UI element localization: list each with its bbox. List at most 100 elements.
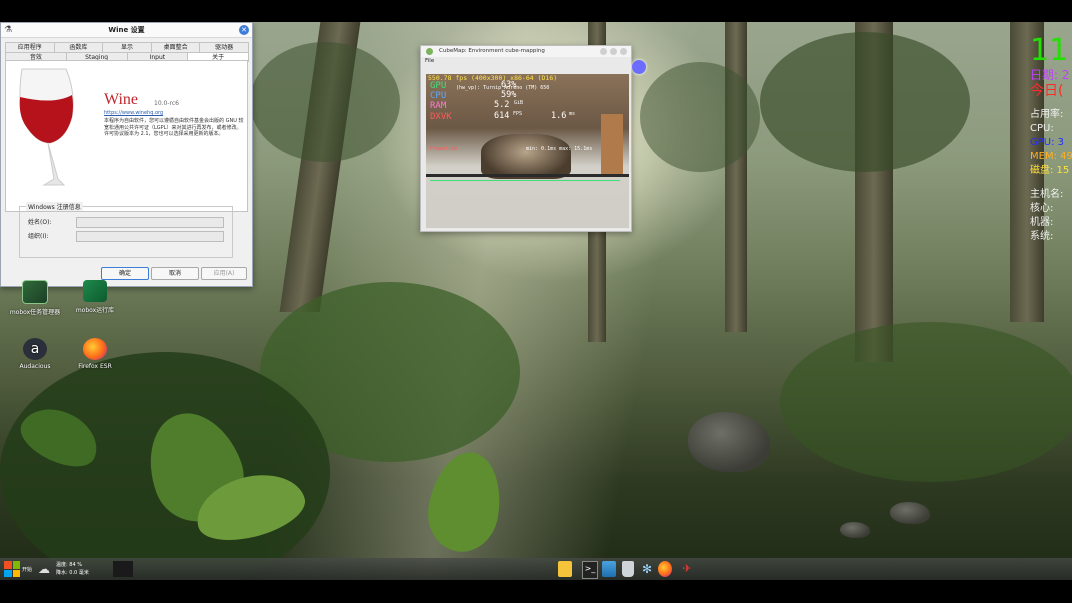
desktop-icon-label: mobox任务管理器 bbox=[9, 309, 61, 316]
menu-file[interactable]: File bbox=[421, 57, 631, 66]
hud-frametime-stats: min: 0.1ms max: 15.1ms bbox=[526, 146, 593, 152]
hud-gpu-label: GPU bbox=[430, 81, 447, 91]
weather-cloud-icon: ☁ bbox=[38, 562, 50, 576]
firefox-taskbar-icon[interactable] bbox=[658, 561, 672, 577]
cpu-line: CPU: bbox=[1030, 123, 1054, 134]
door-panel bbox=[601, 114, 623, 174]
hud-dxvk-fps: 614 bbox=[494, 111, 510, 121]
hud-ram-label: RAM bbox=[430, 101, 447, 111]
stone bbox=[840, 522, 870, 538]
image-viewer-icon[interactable] bbox=[602, 561, 616, 577]
weather-precipitation: 降水: 0.0 毫米 bbox=[56, 570, 89, 576]
terminal-icon[interactable]: >_ bbox=[582, 561, 598, 579]
tab-graphics[interactable]: 显示 bbox=[102, 42, 152, 52]
today-line: 今日( bbox=[1030, 83, 1064, 99]
audacious-icon: a bbox=[23, 338, 47, 360]
machine-line: 机器: bbox=[1030, 217, 1054, 228]
tab-libraries[interactable]: 函数库 bbox=[53, 42, 104, 52]
weather-humidity: 温度: 84 % bbox=[56, 562, 82, 568]
minimize-icon[interactable] bbox=[600, 48, 607, 55]
core-line: 核心: bbox=[1030, 203, 1054, 214]
floor-edge bbox=[426, 174, 629, 177]
organization-field[interactable] bbox=[76, 231, 224, 242]
start-label[interactable]: 开始 bbox=[22, 566, 32, 573]
cubemap-app-icon bbox=[426, 48, 433, 55]
tree-foliage bbox=[250, 42, 400, 162]
close-icon[interactable]: ✕ bbox=[239, 25, 249, 35]
window-titlebar[interactable]: ⚗ Wine 设置 ✕ bbox=[1, 23, 252, 38]
taskbar-window-button[interactable] bbox=[113, 561, 133, 577]
hud-ram-value: 5.2 bbox=[494, 100, 510, 110]
desktop-icon-label: Firefox ESR bbox=[78, 363, 112, 370]
wine-taskbar-icon[interactable]: ✈ bbox=[680, 561, 694, 577]
gpu-line: GPU: 3 bbox=[1030, 137, 1065, 148]
license-text: 本程序为自由软件，您可以遵循自由软件基金会出版的 GNU 较宽松通用公共许可证（… bbox=[104, 118, 244, 137]
system-info-overlay: 11 日期: 2 今日( 占用率: CPU: GPU: 3 MEM: 49 磁盘… bbox=[1030, 34, 1072, 244]
usage-label: 占用率: bbox=[1030, 109, 1064, 120]
desktop-icon-audacious[interactable]: a Audacious bbox=[7, 338, 63, 370]
disk-line: 磁盘: 15 bbox=[1030, 165, 1070, 176]
desktop-icon-mobox-task-manager[interactable]: mobox任务管理器 bbox=[7, 280, 63, 316]
product-version: 10.0-rc6 bbox=[154, 100, 179, 107]
cubemap-titlebar[interactable]: CubeMap: Environment cube-mapping bbox=[421, 46, 631, 57]
tab-applications[interactable]: 应用程序 bbox=[5, 42, 55, 52]
wine-app-icon: ⚗ bbox=[4, 25, 13, 35]
desktop-icon-label: Audacious bbox=[19, 363, 51, 370]
mem-line: MEM: 49 bbox=[1030, 151, 1072, 162]
registration-legend: Windows 注册信息 bbox=[26, 202, 83, 211]
tree-foliage bbox=[640, 62, 760, 172]
system-line: 系统: bbox=[1030, 231, 1054, 242]
hud-cpu-value: 59% bbox=[501, 90, 517, 100]
tab-row-1: 应用程序 函数库 显示 桌面整合 驱动器 bbox=[1, 42, 252, 52]
cubemap-title: CubeMap: Environment cube-mapping bbox=[439, 48, 545, 54]
large-leaf bbox=[421, 446, 509, 558]
date-line: 日期: 2 bbox=[1030, 68, 1070, 82]
floating-tray-icon[interactable] bbox=[632, 60, 646, 74]
render-viewport[interactable]: 550.78 fps (400x300) x86-64 (D16) (hw_vp… bbox=[426, 74, 629, 228]
fern-cluster bbox=[780, 322, 1072, 482]
tab-drives[interactable]: 驱动器 bbox=[199, 42, 249, 52]
wine-config-window: ⚗ Wine 设置 ✕ 应用程序 函数库 显示 桌面整合 驱动器 音效 Stag… bbox=[0, 22, 253, 287]
ok-button[interactable]: 确定 bbox=[101, 267, 149, 280]
hud-frametime-label: Frametime bbox=[430, 146, 458, 152]
mobox-task-manager-icon bbox=[22, 280, 48, 304]
cubemap-window: CubeMap: Environment cube-mapping File 5… bbox=[420, 45, 632, 232]
stone bbox=[890, 502, 930, 524]
owner-field[interactable] bbox=[76, 217, 224, 228]
mobox-runtime-icon bbox=[83, 280, 107, 302]
hud-ram-unit: GiB bbox=[514, 100, 524, 106]
settings-snowflake-icon[interactable]: ✻ bbox=[640, 561, 654, 577]
desktop-icon-mobox-runtime[interactable]: mobox运行库 bbox=[67, 280, 123, 314]
website-link[interactable]: https://www.winehq.org bbox=[104, 110, 163, 116]
taskbar: 开始 ☁ 温度: 84 % 降水: 0.0 毫米 >_ ✻ ✈ bbox=[0, 558, 1072, 580]
firefox-icon bbox=[83, 338, 107, 360]
hud-cpu-label: CPU bbox=[430, 91, 447, 101]
frametime-graph-line bbox=[430, 180, 620, 181]
boulder bbox=[688, 412, 770, 472]
hud-dxvk-label: DXVK bbox=[430, 112, 452, 122]
desktop-icon-label: mobox运行库 bbox=[75, 307, 115, 314]
clock-time: 11 bbox=[1030, 33, 1069, 68]
cancel-button[interactable]: 取消 bbox=[151, 267, 199, 280]
organization-label: 组织(I): bbox=[28, 233, 49, 240]
maximize-icon[interactable] bbox=[610, 48, 617, 55]
tree-foliage bbox=[760, 32, 970, 172]
trash-icon[interactable] bbox=[622, 561, 634, 577]
close-icon[interactable] bbox=[620, 48, 627, 55]
window-title: Wine 设置 bbox=[108, 26, 145, 34]
hud-dxvk-ms-unit: ms bbox=[569, 111, 576, 117]
tab-desktop-integration[interactable]: 桌面整合 bbox=[150, 42, 201, 52]
about-panel: Wine 10.0-rc6 https://www.winehq.org 本程序… bbox=[5, 60, 248, 212]
desktop-icon-firefox[interactable]: Firefox ESR bbox=[67, 338, 123, 370]
owner-label: 姓名(O): bbox=[28, 219, 52, 226]
wine-glass-logo bbox=[19, 68, 74, 186]
start-menu-icon[interactable] bbox=[4, 561, 20, 577]
file-manager-icon[interactable] bbox=[558, 561, 572, 577]
teapot-model bbox=[481, 134, 571, 179]
registration-group: Windows 注册信息 姓名(O): 组织(I): bbox=[19, 202, 233, 258]
product-name: Wine bbox=[104, 91, 139, 108]
hud-gpu-value: 63% bbox=[501, 80, 517, 90]
hud-dxvk-fps-unit: FPS bbox=[513, 111, 523, 117]
hud-dxvk-ms: 1.6 bbox=[551, 111, 567, 121]
apply-button[interactable]: 应用(A) bbox=[201, 267, 247, 280]
